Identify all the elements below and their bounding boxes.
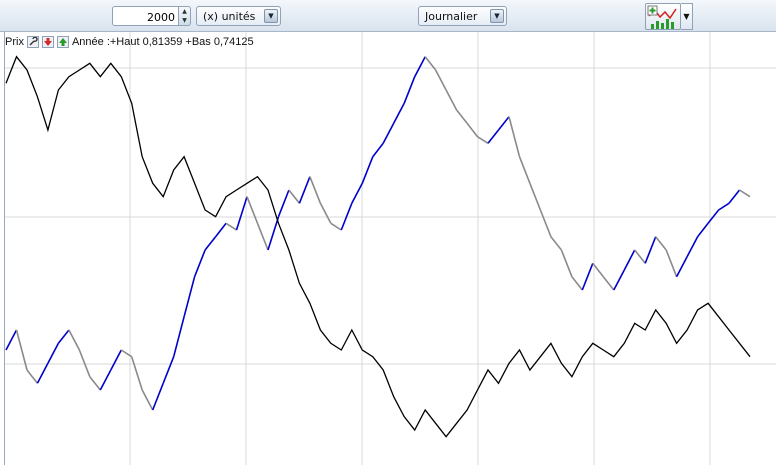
price-legend: Prix Année :+Haut 0,81359 +Bas 0,74125	[5, 34, 254, 50]
spin-down-icon[interactable]: ▼	[179, 16, 190, 25]
period-select[interactable]: Journalier ▼	[418, 6, 507, 26]
add-indicator-icon	[647, 5, 677, 29]
up-green-icon[interactable]	[56, 36, 69, 48]
price-chart-area[interactable]	[4, 32, 776, 465]
chevron-down-icon[interactable]: ▼	[264, 9, 278, 23]
chevron-down-icon[interactable]: ▼	[490, 9, 504, 23]
units-select-label: (x) unités	[203, 10, 256, 23]
units-select[interactable]: (x) unités ▼	[196, 6, 281, 26]
remove-red-icon[interactable]	[41, 36, 54, 48]
study-menu-button[interactable]: ▼	[681, 3, 693, 30]
chevron-down-icon: ▼	[683, 12, 690, 21]
add-study-button[interactable]	[645, 3, 681, 30]
period-select-label: Journalier	[425, 10, 478, 23]
series-label: Prix	[5, 36, 24, 48]
chart-toolbar: ▲ ▼ (x) unités ▼ Journalier ▼ ▼	[0, 0, 776, 32]
wrench-icon[interactable]	[26, 36, 39, 48]
year-range-text: Année :+Haut 0,81359 +Bas 0,74125	[71, 36, 254, 48]
bar-count-spinner: ▲ ▼	[112, 6, 191, 26]
spin-buttons: ▲ ▼	[178, 6, 191, 26]
bar-count-input[interactable]	[112, 6, 178, 26]
spin-up-icon[interactable]: ▲	[179, 7, 190, 16]
